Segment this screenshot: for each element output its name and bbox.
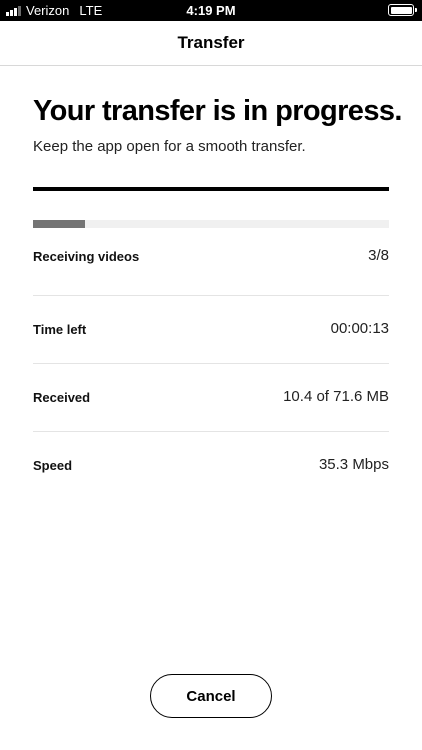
info-row-receiving: Receiving videos 3/8 — [33, 247, 389, 317]
progress-bar-fill — [33, 220, 85, 228]
row-value: 00:00:13 — [330, 320, 389, 337]
row-label: Receiving videos — [33, 249, 140, 264]
progress-bar — [33, 220, 389, 228]
subtext: Keep the app open for a smooth transfer. — [33, 138, 306, 155]
cancel-button[interactable]: Cancel — [150, 674, 272, 718]
row-value: 35.3 Mbps — [318, 456, 389, 473]
headline: Your transfer is in progress. — [33, 95, 402, 127]
row-label: Received — [33, 390, 91, 405]
row-value: 3/8 — [368, 247, 389, 264]
info-row-time-left: Time left 00:00:13 — [33, 320, 389, 390]
row-label: Time left — [33, 322, 87, 337]
row-separator — [33, 295, 389, 296]
nav-bar: Transfer — [0, 21, 422, 66]
status-bar: Verizon LTE 4:19 PM — [0, 0, 422, 21]
info-row-speed: Speed 35.3 Mbps — [33, 456, 389, 526]
divider — [33, 187, 389, 191]
row-separator — [33, 363, 389, 364]
row-separator — [33, 431, 389, 432]
row-value: 10.4 of 71.6 MB — [283, 388, 389, 405]
info-row-received: Received 10.4 of 71.6 MB — [33, 388, 389, 458]
row-label: Speed — [33, 458, 73, 473]
status-time: 4:19 PM — [186, 3, 236, 18]
battery-icon — [388, 4, 417, 16]
transfer-screen: Verizon LTE 4:19 PM Transfer Your transf… — [0, 0, 422, 750]
page-title: Transfer — [177, 33, 245, 52]
